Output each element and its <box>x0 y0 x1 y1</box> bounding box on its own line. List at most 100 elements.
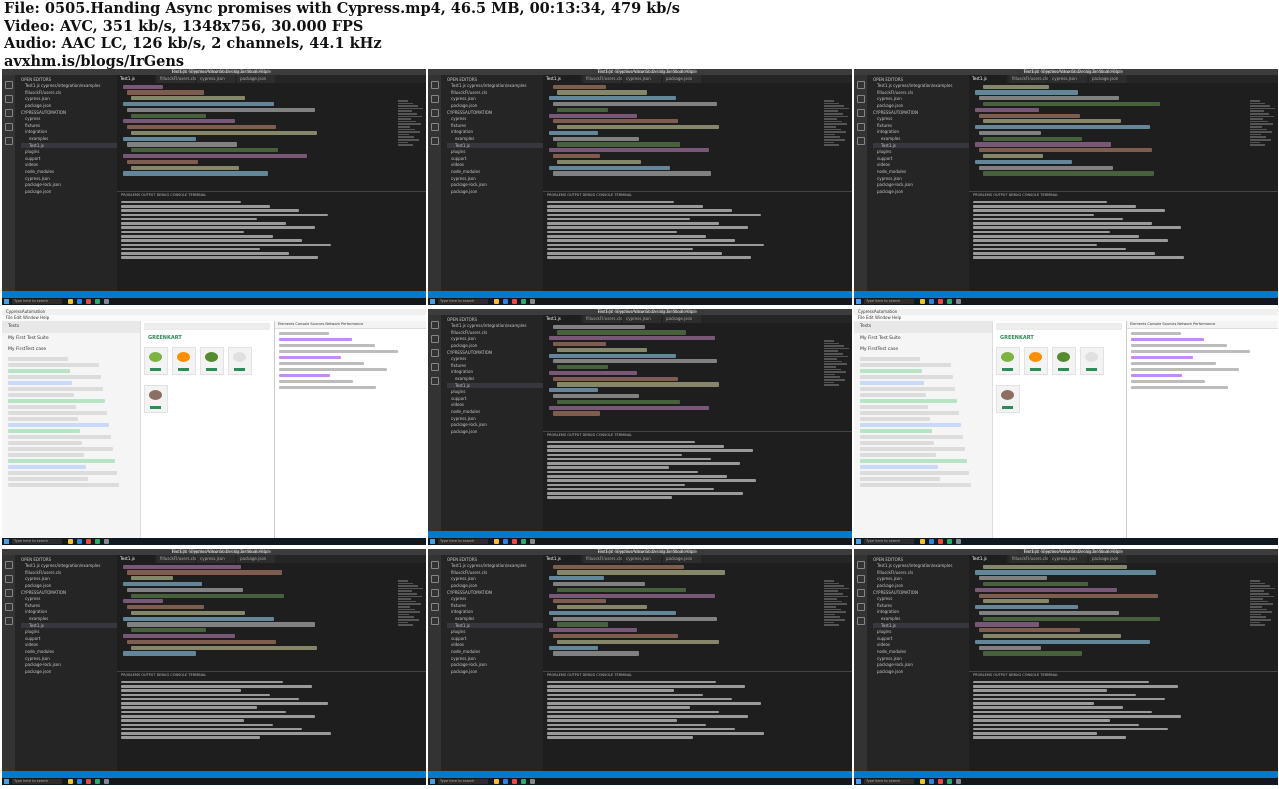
explorer-item[interactable]: OPEN EDITORS <box>873 77 969 82</box>
explorer-item[interactable]: node_modules <box>447 409 543 414</box>
editor-tab[interactable]: Test1.js <box>117 555 155 563</box>
terminal-panel[interactable]: PROBLEMS OUTPUT DEBUG CONSOLE TERMINAL <box>969 191 1278 291</box>
explorer-item[interactable]: package-lock.json <box>447 182 543 187</box>
explorer-item[interactable]: cypress.json <box>21 176 117 181</box>
explorer-item[interactable]: OPEN EDITORS <box>21 557 117 562</box>
taskbar-app-icon[interactable] <box>104 539 109 544</box>
explorer-item[interactable]: Test1.js cypress/integration/examples <box>447 563 543 568</box>
explorer-item[interactable]: cypress.json <box>873 176 969 181</box>
taskbar-app-icon[interactable] <box>512 779 517 784</box>
editor-tab[interactable]: package.json <box>237 555 275 563</box>
command-entry[interactable] <box>860 417 930 421</box>
explorer-item[interactable]: package.json <box>21 669 117 674</box>
product-card[interactable] <box>1080 347 1104 375</box>
taskbar-app-icon[interactable] <box>938 539 943 544</box>
explorer-item[interactable]: Test1.js cypress/integration/examples <box>21 83 117 88</box>
explorer-item[interactable]: integration <box>21 609 117 614</box>
panel-tabs[interactable]: PROBLEMS OUTPUT DEBUG CONSOLE TERMINAL <box>117 192 426 199</box>
explorer-icon[interactable] <box>856 81 865 89</box>
editor-tab[interactable]: package.json <box>237 75 275 83</box>
taskbar-search[interactable]: Type here to search <box>864 539 914 544</box>
command-entry[interactable] <box>8 477 88 481</box>
taskbar-app-icon[interactable] <box>929 299 934 304</box>
taskbar-app-icon[interactable] <box>521 539 526 544</box>
search-icon[interactable] <box>4 95 13 103</box>
product-card[interactable] <box>996 347 1020 375</box>
command-entry[interactable] <box>8 447 113 451</box>
command-entry[interactable] <box>860 459 967 463</box>
explorer-item[interactable]: cypress.json <box>873 96 969 101</box>
editor-tab[interactable]: fillusckFI/users.cls <box>583 75 622 83</box>
explorer-item[interactable]: fillusckFI/users.cls <box>873 90 969 95</box>
command-entry[interactable] <box>8 459 115 463</box>
explorer-item[interactable]: CYPRESSAUTOMATION <box>873 110 969 115</box>
command-entry[interactable] <box>8 453 84 457</box>
explorer-item[interactable]: fixtures <box>873 123 969 128</box>
explorer-item[interactable]: support <box>447 396 543 401</box>
explorer-item[interactable]: integration <box>447 609 543 614</box>
taskbar-app-icon[interactable] <box>68 299 73 304</box>
explorer-icon[interactable] <box>430 321 439 329</box>
devtools-tabs[interactable]: Elements Console Sources Network Perform… <box>275 321 426 329</box>
explorer-item[interactable]: fixtures <box>447 603 543 608</box>
taskbar-app-icon[interactable] <box>512 539 517 544</box>
explorer-item[interactable]: node_modules <box>873 169 969 174</box>
explorer-item[interactable]: node_modules <box>873 649 969 654</box>
explorer-item[interactable]: plugins <box>447 149 543 154</box>
explorer-item[interactable]: cypress <box>21 596 117 601</box>
editor-tab[interactable]: Test1.js <box>969 555 1007 563</box>
start-button[interactable] <box>856 779 861 784</box>
command-entry[interactable] <box>860 387 955 391</box>
debug-icon[interactable] <box>4 603 13 611</box>
explorer-item[interactable]: Test1.js cypress/integration/examples <box>873 563 969 568</box>
explorer-item[interactable]: package-lock.json <box>21 182 117 187</box>
explorer-item[interactable]: package.json <box>873 189 969 194</box>
taskbar-app-icon[interactable] <box>938 779 943 784</box>
command-entry[interactable] <box>860 429 932 433</box>
command-entry[interactable] <box>8 405 76 409</box>
explorer-item[interactable]: cypress.json <box>21 96 117 101</box>
explorer-item[interactable]: Test1.js cypress/integration/examples <box>873 83 969 88</box>
extensions-icon[interactable] <box>4 137 13 145</box>
extensions-icon[interactable] <box>856 617 865 625</box>
explorer-item[interactable]: support <box>447 636 543 641</box>
start-button[interactable] <box>430 299 435 304</box>
explorer-item[interactable]: cypress.json <box>447 576 543 581</box>
taskbar-app-icon[interactable] <box>503 779 508 784</box>
explorer-item[interactable]: cypress.json <box>447 416 543 421</box>
panel-tabs[interactable]: PROBLEMS OUTPUT DEBUG CONSOLE TERMINAL <box>543 192 852 199</box>
taskbar-app-icon[interactable] <box>947 299 952 304</box>
editor-tab[interactable]: fillusckFI/users.cls <box>157 75 196 83</box>
explorer-item[interactable]: package-lock.json <box>21 662 117 667</box>
editor-tab[interactable]: fillusckFI/users.cls <box>157 555 196 563</box>
code-editor[interactable] <box>117 563 426 663</box>
explorer-item[interactable]: integration <box>21 129 117 134</box>
explorer-item[interactable]: package.json <box>21 103 117 108</box>
explorer-icon[interactable] <box>4 81 13 89</box>
source-control-icon[interactable] <box>4 589 13 597</box>
taskbar-app-icon[interactable] <box>920 299 925 304</box>
panel-tabs[interactable]: PROBLEMS OUTPUT DEBUG CONSOLE TERMINAL <box>969 192 1278 199</box>
explorer-item[interactable]: Test1.js <box>873 142 969 148</box>
explorer-item[interactable]: fillusckFI/users.cls <box>447 90 543 95</box>
explorer-item[interactable]: cypress <box>21 116 117 121</box>
explorer-icon[interactable] <box>4 561 13 569</box>
taskbar-search[interactable]: Type here to search <box>438 539 488 544</box>
command-entry[interactable] <box>8 381 72 385</box>
url-bar[interactable] <box>996 323 1122 330</box>
search-icon[interactable] <box>430 575 439 583</box>
command-entry[interactable] <box>860 435 963 439</box>
command-entry[interactable] <box>860 375 953 379</box>
terminal-panel[interactable]: PROBLEMS OUTPUT DEBUG CONSOLE TERMINAL <box>117 671 426 771</box>
explorer-item[interactable]: package.json <box>21 583 117 588</box>
explorer-item[interactable]: examples <box>873 136 969 141</box>
terminal-panel[interactable]: PROBLEMS OUTPUT DEBUG CONSOLE TERMINAL <box>543 191 852 291</box>
explorer-item[interactable]: plugins <box>873 149 969 154</box>
source-control-icon[interactable] <box>4 109 13 117</box>
explorer-item[interactable]: videos <box>21 162 117 167</box>
explorer-item[interactable]: integration <box>873 609 969 614</box>
explorer-item[interactable]: package-lock.json <box>447 422 543 427</box>
taskbar-app-icon[interactable] <box>530 779 535 784</box>
explorer-item[interactable]: fillusckFI/users.cls <box>21 90 117 95</box>
editor-tab[interactable]: fillusckFI/users.cls <box>583 555 622 563</box>
